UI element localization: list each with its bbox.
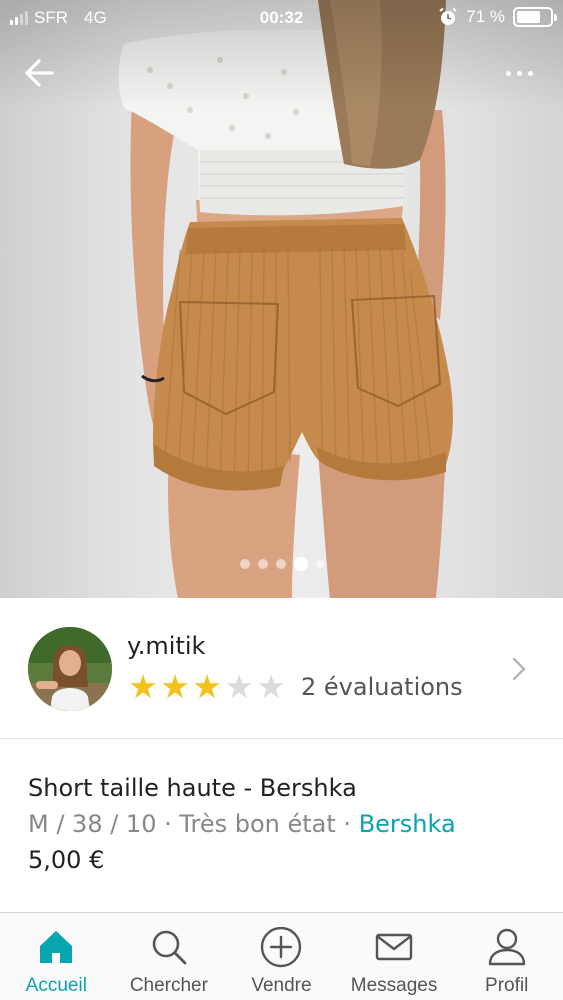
tab-search-label: Chercher bbox=[129, 975, 208, 996]
tab-home-label: Accueil bbox=[25, 975, 87, 996]
tab-bar: Accueil Chercher Vendre Messages Profil bbox=[0, 912, 563, 1000]
item-title: Short taille haute - Bershka bbox=[28, 774, 357, 802]
seller-row[interactable]: y.mitik ★ ★ ★ ★ ★ 2 évaluations bbox=[0, 598, 563, 739]
item-meta: M / 38 / 10 · Très bon état · Bershka bbox=[28, 810, 456, 838]
user-icon bbox=[488, 928, 525, 966]
tab-home[interactable]: Accueil bbox=[0, 913, 113, 1000]
item-size: M / 38 / 10 bbox=[28, 810, 157, 838]
pager-dot[interactable] bbox=[239, 559, 250, 569]
item-photo[interactable]: SFR 4G 00:32 71 % bbox=[0, 0, 563, 598]
more-options-icon[interactable] bbox=[497, 58, 541, 88]
tab-sell[interactable]: Vendre bbox=[225, 913, 338, 1000]
chevron-right-icon bbox=[512, 657, 526, 681]
status-bar: SFR 4G 00:32 71 % bbox=[0, 0, 563, 36]
star-empty-icon: ★ bbox=[256, 667, 286, 706]
star-filled-icon: ★ bbox=[160, 667, 190, 706]
pager-dot[interactable] bbox=[315, 560, 324, 568]
tab-profile[interactable]: Profil bbox=[450, 913, 563, 1000]
star-filled-icon: ★ bbox=[128, 667, 158, 706]
meta-separator: · bbox=[156, 810, 180, 838]
item-photo-image bbox=[0, 0, 563, 598]
tab-messages[interactable]: Messages bbox=[338, 913, 451, 1000]
item-condition: Très bon état bbox=[179, 810, 336, 838]
star-empty-icon: ★ bbox=[224, 667, 254, 706]
photo-pager[interactable] bbox=[0, 557, 563, 571]
back-arrow-icon[interactable] bbox=[22, 55, 62, 91]
brand-link[interactable]: Bershka bbox=[359, 810, 456, 838]
status-right: 71 % bbox=[438, 7, 557, 27]
alarm-icon bbox=[439, 7, 457, 25]
tab-messages-label: Messages bbox=[350, 975, 438, 996]
tab-search[interactable]: Chercher bbox=[113, 913, 226, 1000]
battery-icon bbox=[513, 7, 557, 27]
add-circle-icon bbox=[261, 927, 302, 968]
home-icon bbox=[40, 931, 73, 963]
avatar[interactable] bbox=[28, 627, 112, 711]
reviews-count: 2 évaluations bbox=[301, 673, 463, 701]
meta-separator: · bbox=[335, 810, 359, 838]
tab-sell-label: Vendre bbox=[251, 975, 312, 996]
item-price: 5,00 € bbox=[28, 846, 105, 874]
tab-profile-label: Profil bbox=[485, 975, 529, 996]
rating-stars: ★ ★ ★ ★ ★ bbox=[127, 667, 287, 706]
star-filled-icon: ★ bbox=[192, 667, 222, 706]
item-details: Short taille haute - Bershka M / 38 / 10… bbox=[0, 740, 563, 913]
envelope-icon bbox=[375, 933, 413, 961]
search-icon bbox=[152, 930, 187, 965]
pager-dot[interactable] bbox=[257, 559, 268, 569]
pager-dot[interactable] bbox=[293, 557, 308, 571]
seller-username[interactable]: y.mitik bbox=[127, 632, 205, 660]
pager-dot[interactable] bbox=[275, 559, 286, 569]
seller-rating[interactable]: ★ ★ ★ ★ ★ 2 évaluations bbox=[127, 667, 463, 706]
battery-percent: 71 % bbox=[466, 7, 505, 26]
